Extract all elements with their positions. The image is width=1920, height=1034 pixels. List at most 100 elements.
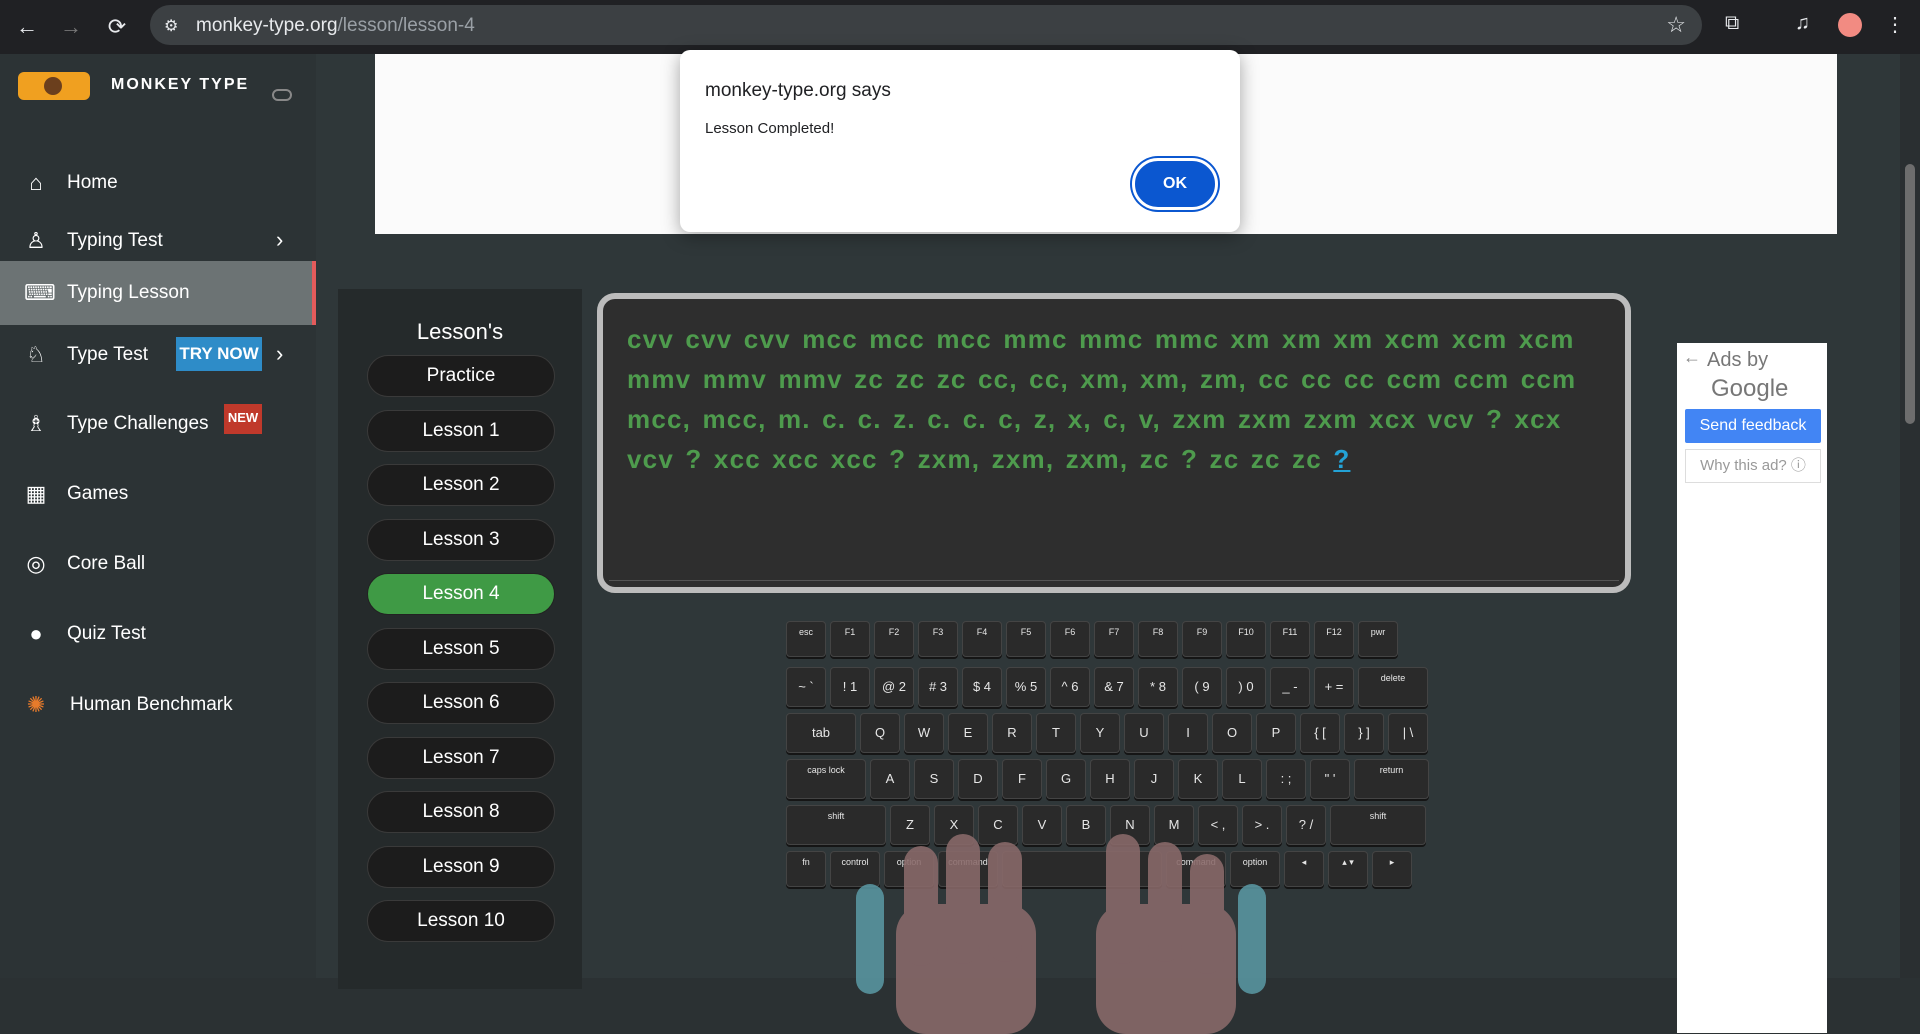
key-G: G	[1046, 759, 1086, 799]
key-F9: F9	[1182, 621, 1222, 657]
theme-toggle-icon[interactable]	[272, 89, 292, 101]
key-sym-sym: < ,	[1198, 805, 1238, 845]
sidebar-item-home[interactable]: ⌂ Home	[0, 151, 316, 215]
key-control: control	[830, 851, 880, 887]
lesson-button-3[interactable]: Lesson 3	[367, 519, 555, 561]
url-path: /lesson/lesson-4	[337, 15, 475, 36]
award-icon: ♗	[26, 411, 46, 436]
quiz-icon: ●	[29, 621, 43, 646]
key-tab: tab	[786, 713, 856, 753]
key-delete: delete	[1358, 667, 1428, 707]
google-label: Google	[1711, 375, 1789, 402]
menu-icon[interactable]: ⋮	[1885, 12, 1905, 37]
back-arrow-icon[interactable]: ←	[1683, 347, 1701, 368]
sidebar-item-label: Quiz Test	[67, 623, 146, 644]
sidebar: MONKEY TYPE ⌂ Home ♙ Typing Test › ⌨ Typ…	[0, 54, 316, 978]
key-sym-sym: | \	[1388, 713, 1428, 753]
sidebar-item-human-benchmark[interactable]: ✺ Human Benchmark	[0, 673, 316, 737]
key-shift: shift	[1330, 805, 1426, 845]
lessons-title: Lesson's	[416, 319, 504, 344]
key-fn: fn	[786, 851, 826, 887]
address-bar[interactable]: ⚙ monkey-type.org/lesson/lesson-4 ☆	[150, 5, 1702, 45]
alert-dialog: monkey-type.org says Lesson Completed! O…	[680, 50, 1240, 232]
lesson-button-8[interactable]: Lesson 8	[367, 791, 555, 833]
reload-icon[interactable]: ⟳	[102, 12, 132, 42]
lesson-button-practice[interactable]: Practice	[367, 355, 555, 397]
why-this-ad-button[interactable]: Why this ad? ⓘ	[1685, 449, 1821, 483]
media-icon[interactable]: ♫	[1795, 12, 1810, 35]
scroll-thumb[interactable]	[1905, 164, 1915, 424]
lesson-button-6[interactable]: Lesson 6	[367, 682, 555, 724]
key-S: S	[914, 759, 954, 799]
key-sym--: _ -	[1270, 667, 1310, 707]
key-F5: F5	[1006, 621, 1046, 657]
target-icon: ◎	[26, 551, 46, 576]
key-sym-9: ( 9	[1182, 667, 1222, 707]
sidebar-item-type-test[interactable]: ♘ Type Test TRY NOW ›	[0, 323, 316, 387]
logo-icon[interactable]	[18, 72, 90, 100]
send-feedback-button[interactable]: Send feedback	[1685, 409, 1821, 443]
chevron-right-icon[interactable]: ›	[276, 227, 283, 253]
lesson-button-10[interactable]: Lesson 10	[367, 900, 555, 942]
key-sym-sym: + =	[1314, 667, 1354, 707]
key-F8: F8	[1138, 621, 1178, 657]
extensions-icon[interactable]: ⧉	[1725, 12, 1739, 35]
url-text: monkey-type.org/lesson/lesson-4	[196, 15, 475, 37]
key-sym-6: ^ 6	[1050, 667, 1090, 707]
brand-name: MONKEY TYPE	[111, 76, 250, 93]
sidebar-item-quiz-test[interactable]: ● Quiz Test	[0, 602, 316, 666]
lesson-button-7[interactable]: Lesson 7	[367, 737, 555, 779]
key-option: option	[884, 851, 934, 887]
lesson-text: cvv cvv cvv mcc mcc mcc mmc mmc mmc xm x…	[627, 319, 1607, 479]
gitlab-icon: ♘	[26, 342, 46, 367]
grid-icon: ▦	[25, 481, 47, 506]
sidebar-item-label: Typing Lesson	[67, 282, 190, 303]
key-sym-1: ! 1	[830, 667, 870, 707]
browser-toolbar: ← → ⟳ ⚙ monkey-type.org/lesson/lesson-4 …	[0, 0, 1920, 54]
key-V: V	[1022, 805, 1062, 845]
lesson-button-2[interactable]: Lesson 2	[367, 464, 555, 506]
lesson-button-9[interactable]: Lesson 9	[367, 846, 555, 888]
key-sym-sym: : ;	[1266, 759, 1306, 799]
key-F10: F10	[1226, 621, 1266, 657]
profile-avatar[interactable]	[1838, 13, 1862, 37]
key-sym-0: ) 0	[1226, 667, 1266, 707]
new-badge: NEW	[224, 404, 262, 434]
sidebar-item-label: Core Ball	[67, 553, 146, 574]
scrollbar[interactable]	[1900, 54, 1920, 978]
lesson-button-1[interactable]: Lesson 1	[367, 410, 555, 452]
divider	[609, 580, 1619, 581]
key-M: M	[1154, 805, 1194, 845]
key-F1: F1	[830, 621, 870, 657]
key-sym-3: # 3	[918, 667, 958, 707]
ok-button[interactable]: OK	[1132, 158, 1218, 210]
key-F2: F2	[874, 621, 914, 657]
sidebar-item-type-challenges[interactable]: ♗ Type Challenges NEW	[0, 392, 316, 456]
lesson-button-4[interactable]: Lesson 4	[367, 573, 555, 615]
url-domain: monkey-type.org	[196, 15, 338, 36]
forward-icon[interactable]: →	[56, 12, 86, 42]
ads-by-label: Ads by	[1707, 349, 1769, 371]
chevron-right-icon[interactable]: ›	[276, 341, 283, 367]
sidebar-item-label: Type Test	[67, 344, 148, 365]
key-command: command	[1166, 851, 1226, 887]
bookmark-star-icon[interactable]: ☆	[1666, 12, 1686, 38]
key-I: I	[1168, 713, 1208, 753]
sidebar-item-typing-lesson[interactable]: ⌨ Typing Lesson	[0, 261, 316, 325]
sidebar-item-core-ball[interactable]: ◎ Core Ball	[0, 532, 316, 596]
lesson-button-5[interactable]: Lesson 5	[367, 628, 555, 670]
key-K: K	[1178, 759, 1218, 799]
typing-text-box[interactable]: cvv cvv cvv mcc mcc mcc mmc mmc mmc xm x…	[597, 293, 1631, 593]
site-settings-icon[interactable]: ⚙	[164, 16, 182, 35]
key-pwr: pwr	[1358, 621, 1398, 657]
key-Z: Z	[890, 805, 930, 845]
sidebar-item-label: Home	[67, 172, 118, 193]
key-Y: Y	[1080, 713, 1120, 753]
sidebar-item-games[interactable]: ▦ Games	[0, 462, 316, 526]
brain-icon: ✺	[26, 692, 46, 717]
key-Q: Q	[860, 713, 900, 753]
keyboard-icon: ⌨	[24, 280, 56, 305]
key-sym-4: $ 4	[962, 667, 1002, 707]
back-icon[interactable]: ←	[12, 12, 42, 42]
key-sym: ▸	[1372, 851, 1412, 887]
